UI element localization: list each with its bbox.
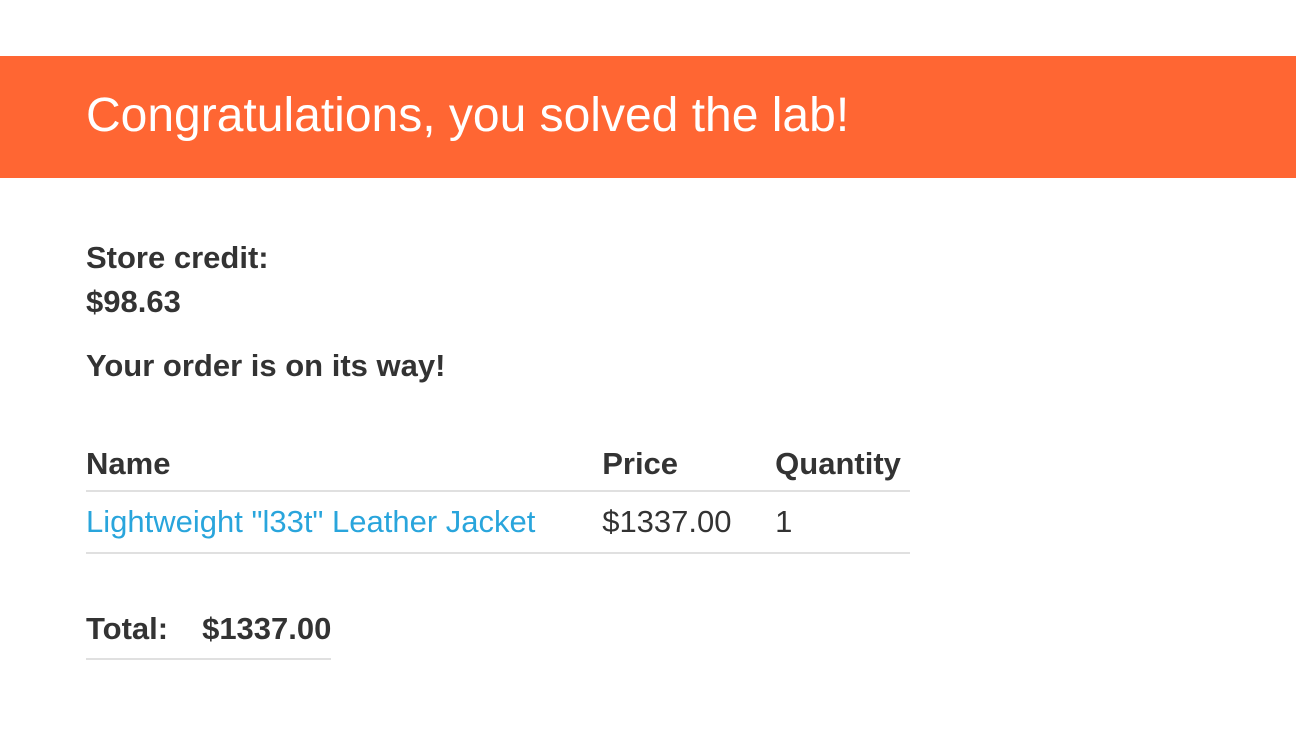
total-row: Total: $1337.00 (86, 600, 332, 660)
item-quantity-cell: 1 (775, 491, 910, 554)
product-link[interactable]: Lightweight "l33t" Leather Jacket (86, 504, 535, 539)
column-header-price: Price (602, 438, 776, 492)
store-credit-value: $98.63 (86, 284, 181, 319)
total-value: $1337.00 (202, 600, 332, 660)
banner-title: Congratulations, you solved the lab! (86, 89, 850, 142)
table-row: Lightweight "l33t" Leather Jacket $1337.… (86, 491, 910, 554)
total-label: Total: (86, 600, 203, 660)
order-status-message: Your order is on its way! (86, 348, 446, 383)
column-header-name: Name (86, 438, 603, 492)
solved-banner: Congratulations, you solved the lab! (0, 56, 1296, 178)
order-confirmation: Store credit: $98.63 Your order is on it… (86, 236, 1086, 660)
item-price-cell: $1337.00 (602, 491, 776, 554)
column-header-quantity: Quantity (775, 438, 910, 492)
order-items-table: Name Price Quantity Lightweight "l33t" L… (86, 438, 910, 554)
store-credit-label: Store credit: (86, 240, 269, 275)
item-name-cell: Lightweight "l33t" Leather Jacket (86, 491, 603, 554)
order-total-table: Total: $1337.00 (86, 600, 332, 660)
table-header-row: Name Price Quantity (86, 438, 910, 492)
